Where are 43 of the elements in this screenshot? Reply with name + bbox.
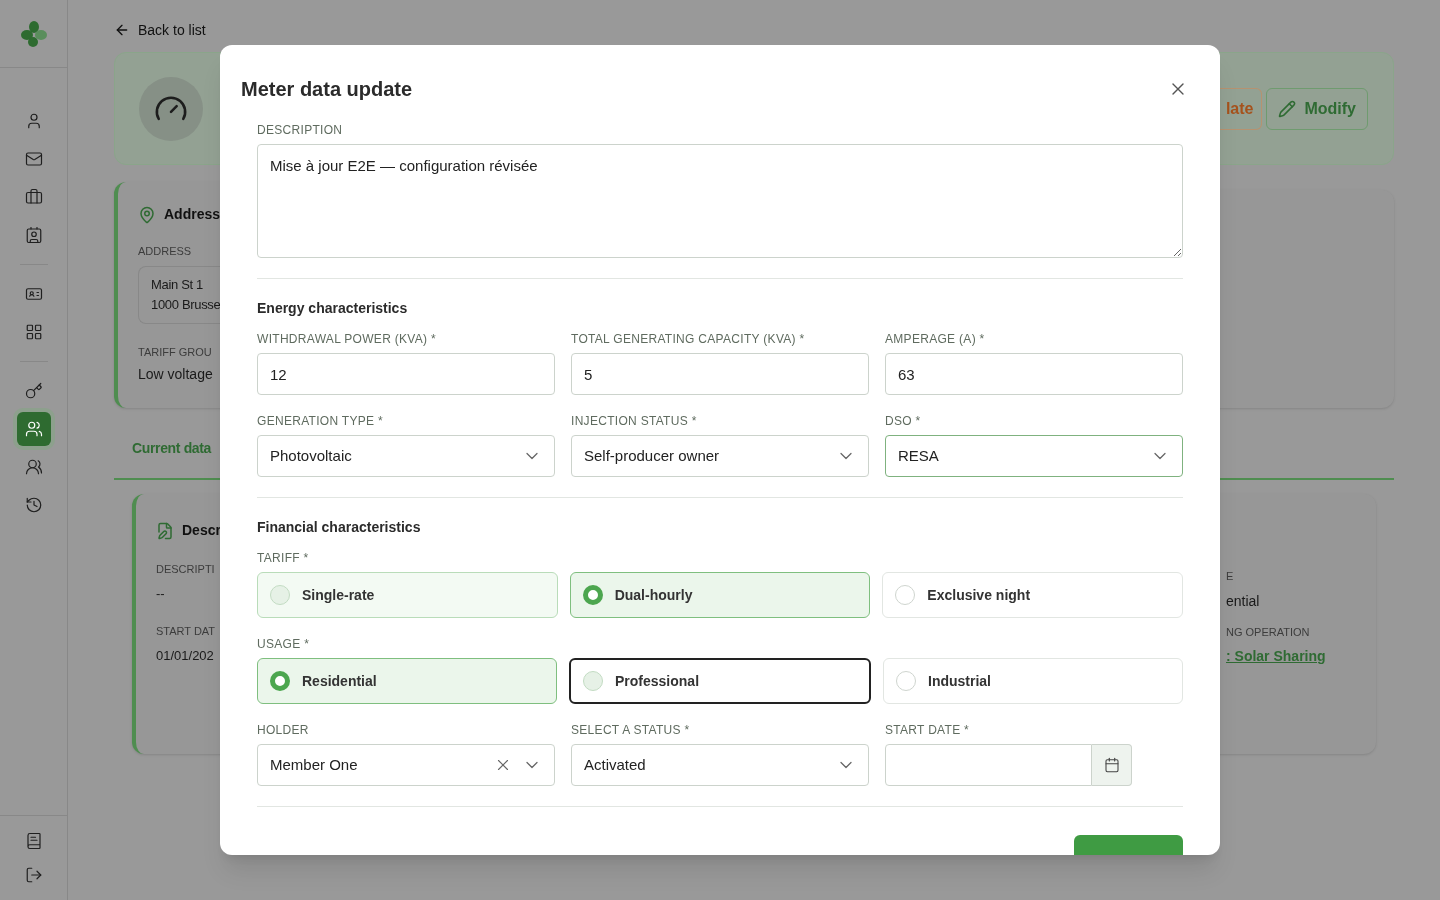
select-field[interactable]: Self-producer owner <box>571 435 869 477</box>
field-value: ential <box>1226 591 1260 611</box>
radio-option[interactable]: Professional <box>569 658 871 704</box>
field-value: 01/01/202 <box>156 646 214 665</box>
field-label: WITHDRAWAL POWER (KVA) * <box>257 333 436 346</box>
field-label: ADDRESS <box>138 244 192 259</box>
section-title: Energy characteristics <box>257 299 408 318</box>
select-field[interactable]: Photovoltaic <box>257 435 555 477</box>
modal-title: Meter data update <box>241 77 413 102</box>
select-field[interactable]: Member One <box>257 744 555 786</box>
field-label: INJECTION STATUS * <box>571 415 697 428</box>
select-field[interactable]: Activated <box>571 744 869 786</box>
input-field[interactable]: 5 <box>571 353 869 395</box>
field-label: AMPERAGE (A) * <box>885 333 985 346</box>
field-label: DESCRIPTION <box>257 124 343 137</box>
field-label: TARIFF GROU <box>138 344 212 360</box>
radio-option[interactable]: Dual-hourly <box>569 572 871 618</box>
field-value: Low voltage <box>138 365 213 384</box>
radio-option[interactable]: Single-rate <box>257 572 558 618</box>
back-link[interactable]: Back to list <box>114 20 1394 40</box>
radio-option[interactable]: Residential <box>257 658 557 704</box>
field-label: START DAT <box>156 624 216 639</box>
field-label: START DATE * <box>885 724 970 737</box>
input-field[interactable]: 12 <box>257 353 555 395</box>
field-label: DSO * <box>885 415 921 428</box>
input-field[interactable]: 63 <box>885 353 1183 395</box>
field-label: TARIFF * <box>257 552 309 565</box>
field-label: GENERATION TYPE * <box>257 415 383 428</box>
field-label: TOTAL GENERATING CAPACITY (KVA) * <box>571 333 805 346</box>
field-label: E <box>1226 569 1234 584</box>
field-label: NG OPERATION <box>1226 624 1310 640</box>
radio-option[interactable]: Exclusive night <box>882 572 1183 618</box>
select-field[interactable]: RESA <box>885 435 1183 477</box>
field-value: -- <box>156 584 165 603</box>
field-label: USAGE * <box>257 638 310 651</box>
radio-option[interactable]: Industrial <box>883 658 1183 704</box>
card-title: Address <box>164 205 221 224</box>
section-title: Financial characteristics <box>257 518 421 537</box>
description-field[interactable]: Mise à jour E2E — configuration révisée <box>257 144 1183 258</box>
field-label: DESCRIPTI <box>156 562 215 577</box>
field-label: HOLDER <box>257 724 309 737</box>
field-label: SELECT A STATUS * <box>571 724 690 737</box>
card-title: Descr <box>182 521 221 540</box>
